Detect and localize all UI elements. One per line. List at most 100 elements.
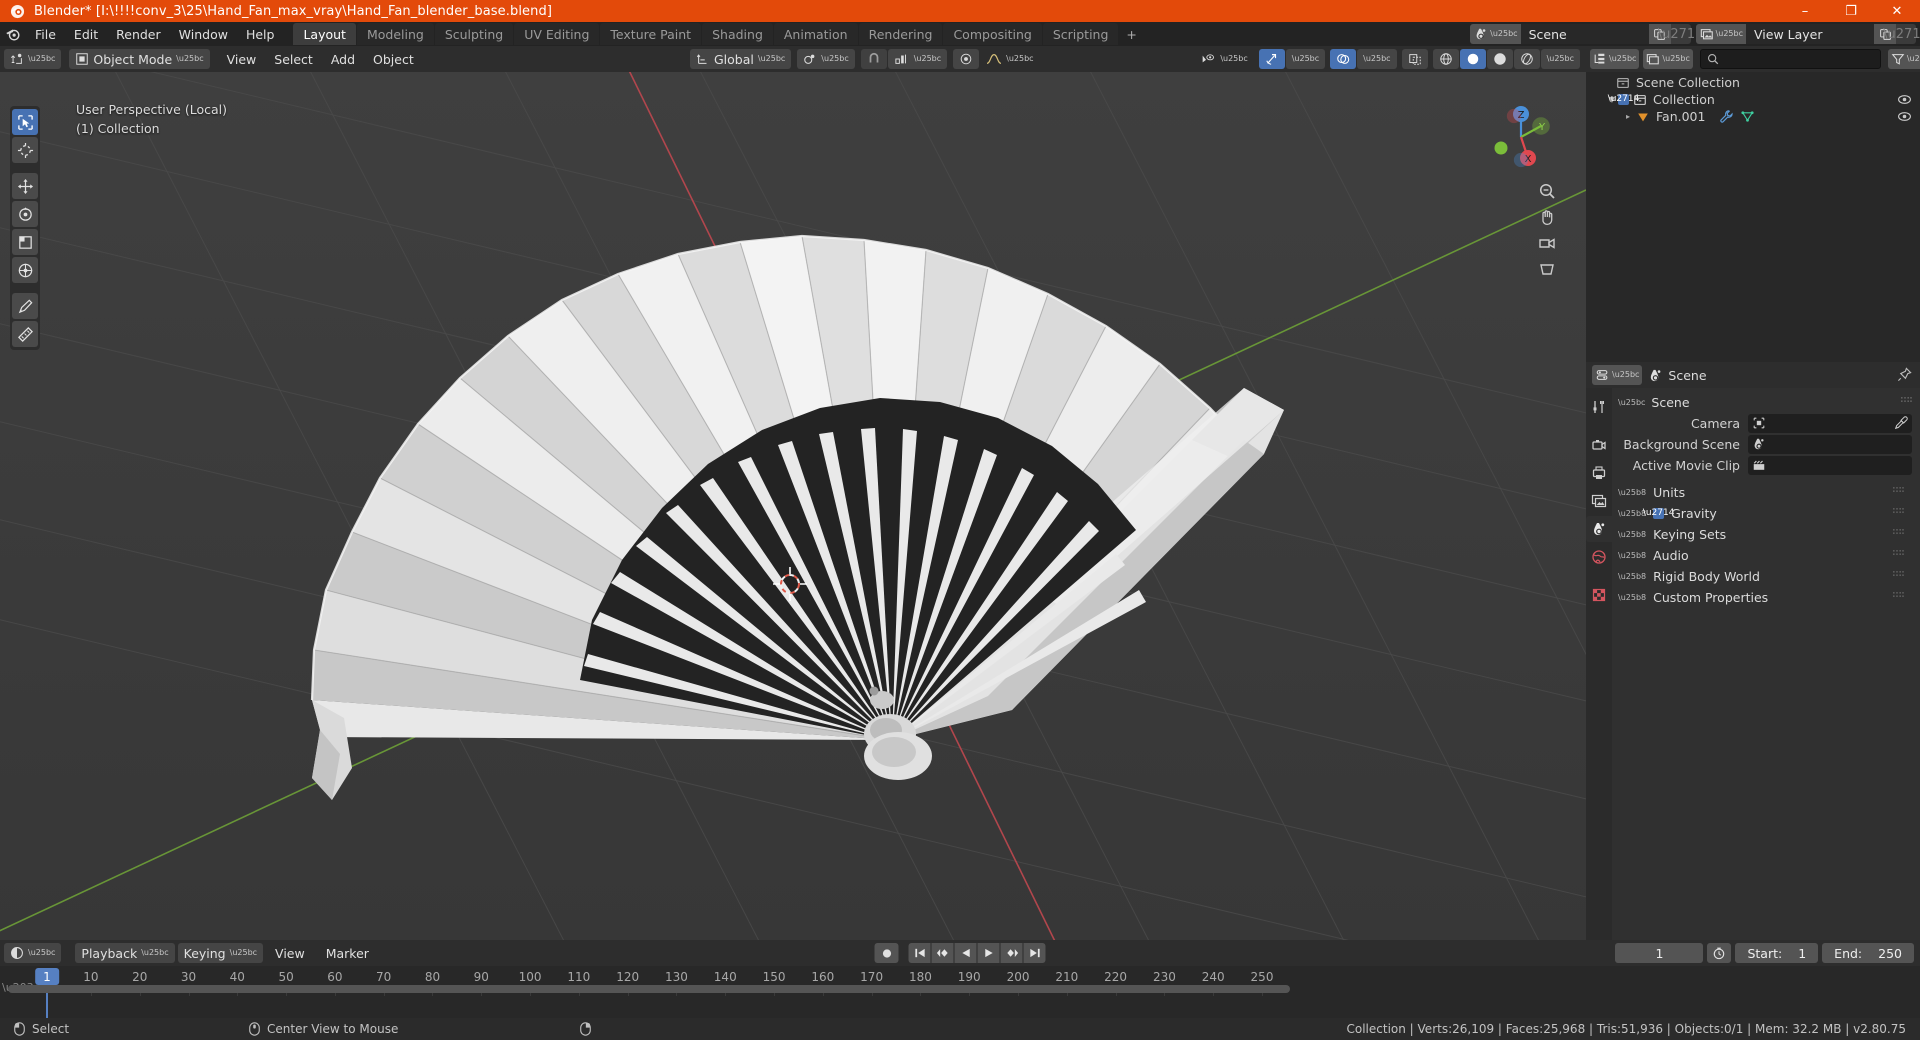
xray-toggle-icon[interactable] <box>1401 49 1428 69</box>
workspace-tab-compositing[interactable]: Compositing <box>943 23 1042 45</box>
tool-transform-icon[interactable] <box>12 257 38 283</box>
tab-texture[interactable] <box>1586 582 1612 608</box>
section-units[interactable]: \u25b8 Units <box>1612 482 1912 503</box>
outliner-search-input[interactable] <box>1699 49 1881 69</box>
section-gravity[interactable]: \u25b8 \u2714 Gravity <box>1612 503 1912 524</box>
section-keying-sets[interactable]: \u25b8 Keying Sets <box>1612 524 1912 545</box>
shading-wireframe-icon[interactable] <box>1432 49 1459 69</box>
view-layer-selector[interactable]: \u25bc View Layer \u2715 <box>1695 24 1920 44</box>
outliner-search-field[interactable] <box>1723 52 1874 66</box>
camera-field[interactable] <box>1748 413 1912 433</box>
proportional-falloff-dropdown[interactable]: \u25bc <box>980 49 1039 69</box>
current-frame-field[interactable]: 1 <box>1615 943 1704 963</box>
timeline-menu-marker[interactable]: Marker <box>317 943 378 963</box>
proportional-editing-icon[interactable] <box>953 49 980 69</box>
start-frame-value[interactable]: 1 <box>1798 946 1806 961</box>
tool-scale-icon[interactable] <box>12 229 38 255</box>
scene-browse-icon[interactable]: \u25bc <box>1470 24 1521 44</box>
mesh-data-icon[interactable] <box>1740 109 1755 124</box>
timeline-ruler[interactable]: \u203a 102030405060708090100110120130140… <box>0 966 1920 1040</box>
jump-to-end-button[interactable] <box>1023 943 1046 963</box>
background-scene-field[interactable] <box>1748 434 1912 454</box>
object-mode-dropdown[interactable]: Object Mode \u25bc <box>69 49 210 69</box>
scene-panel-header[interactable]: \u25bc Scene <box>1612 392 1920 412</box>
visibility-dropdown[interactable]: \u25bc <box>1195 49 1253 69</box>
workspace-tab-scripting[interactable]: Scripting <box>1042 23 1119 45</box>
viewport-menu-object[interactable]: Object <box>364 49 423 69</box>
view-layer-remove-button[interactable]: \u2715 <box>1883 24 1920 44</box>
workspace-tab-animation[interactable]: Animation <box>773 23 858 45</box>
viewport-menu-select[interactable]: Select <box>265 49 322 69</box>
workspace-tab-uv-editing[interactable]: UV Editing <box>514 23 600 45</box>
timeline-menu-view[interactable]: View <box>266 943 314 963</box>
section-rigid-body-world[interactable]: \u25b8 Rigid Body World <box>1612 566 1912 587</box>
workspace-tab-rendering[interactable]: Rendering <box>858 23 943 45</box>
audio-triangle[interactable]: \u25b8 <box>1618 551 1646 560</box>
outliner-row-fan001[interactable]: ▸ Fan.001 <box>1586 108 1920 125</box>
outliner-row-scene-collection[interactable]: Scene Collection <box>1586 74 1920 91</box>
collection-enable-checkbox[interactable]: \u2714 <box>1608 94 1639 105</box>
view-layer-browse-icon[interactable]: \u25bc <box>1695 24 1746 44</box>
tab-render[interactable] <box>1586 432 1612 458</box>
tab-scene[interactable] <box>1586 516 1612 542</box>
viewport-menu-add[interactable]: Add <box>322 49 364 69</box>
editor-type-icon[interactable]: \u25bc <box>4 49 62 69</box>
play-button[interactable] <box>977 943 1000 963</box>
scene-selector[interactable]: \u25bc Scene \u2715 <box>1470 24 1703 44</box>
shading-options-dropdown[interactable]: \u25bc <box>1540 49 1580 69</box>
workspace-tab-texture-paint[interactable]: Texture Paint <box>600 23 702 45</box>
outliner-row-collection[interactable]: ▼ \u2714 Collection <box>1586 91 1920 108</box>
gizmo-options-dropdown[interactable]: \u25bc <box>1285 49 1326 69</box>
fan001-visibility-eye-icon[interactable] <box>1897 109 1912 124</box>
outliner-editor[interactable]: \u25bc \u25bc \u25bc <box>1586 46 1920 362</box>
shading-material-preview-icon[interactable] <box>1486 49 1513 69</box>
units-triangle[interactable]: \u25b8 <box>1618 488 1646 497</box>
menu-edit[interactable]: Edit <box>65 24 107 44</box>
overlays-options-dropdown[interactable]: \u25bc <box>1357 49 1397 69</box>
tab-world[interactable] <box>1586 544 1612 570</box>
menu-render[interactable]: Render <box>107 24 170 44</box>
tab-tool[interactable] <box>1586 394 1612 420</box>
gravity-checkbox[interactable]: \u2714 <box>1643 508 1674 519</box>
workspace-tab-sculpting[interactable]: Sculpting <box>434 23 514 45</box>
scene-panel-triangle[interactable]: \u25bc <box>1618 398 1645 407</box>
tool-cursor-icon[interactable] <box>12 137 38 163</box>
timeline-playhead-label[interactable]: 1 <box>35 968 59 985</box>
overlays-toggle-icon[interactable] <box>1330 49 1357 69</box>
menu-window[interactable]: Window <box>170 24 237 44</box>
maximize-button[interactable]: ❐ <box>1828 0 1874 22</box>
toggle-perspective-icon[interactable] <box>1536 258 1558 280</box>
close-button[interactable]: ✕ <box>1874 0 1920 22</box>
tool-select-box-icon[interactable] <box>12 109 38 135</box>
workspace-tab-layout[interactable]: Layout <box>293 23 356 45</box>
timeline-horizontal-scrollbar[interactable] <box>8 985 1290 993</box>
shading-rendered-icon[interactable] <box>1513 49 1540 69</box>
navigation-gizmo[interactable]: Z Y X <box>1484 100 1558 174</box>
outliner-display-mode-icon[interactable]: \u25bc <box>1643 49 1693 69</box>
transform-orientation-dropdown[interactable]: Global \u25bc <box>690 49 792 69</box>
camera-eyedropper-icon[interactable] <box>1894 415 1908 430</box>
outliner-filter-icon[interactable]: \u25bc <box>1887 49 1920 69</box>
scene-name-field[interactable]: Scene <box>1520 24 1649 44</box>
minimize-button[interactable]: – <box>1782 0 1828 22</box>
end-frame-value[interactable]: 250 <box>1878 946 1902 961</box>
viewport-canvas[interactable]: User Perspective (Local) (1) Collection <box>0 72 1586 940</box>
jump-to-next-keyframe-button[interactable] <box>1000 943 1023 963</box>
active-movie-clip-field[interactable] <box>1748 455 1912 475</box>
frame-range-fields[interactable]: Start: 1 <box>1735 943 1819 963</box>
timeline-editor-type-icon[interactable]: \u25bc <box>4 943 62 963</box>
tool-move-icon[interactable] <box>12 173 38 199</box>
modifier-wrench-icon[interactable] <box>1719 109 1734 124</box>
section-custom-properties[interactable]: \u25b8 Custom Properties <box>1612 587 1912 608</box>
pivot-point-dropdown[interactable]: \u25bc <box>797 49 855 69</box>
use-preview-range-icon[interactable] <box>1707 943 1732 963</box>
3d-viewport[interactable]: \u25bc Object Mode \u25bc View Select Ad… <box>0 46 1586 940</box>
snap-magnet-icon[interactable] <box>860 49 887 69</box>
keying-sets-triangle[interactable]: \u25b8 <box>1618 530 1646 539</box>
jump-to-start-button[interactable] <box>908 943 931 963</box>
scene-unlink-button[interactable]: \u2715 <box>1658 24 1703 44</box>
custom-properties-triangle[interactable]: \u25b8 <box>1618 593 1646 602</box>
tool-rotate-icon[interactable] <box>12 201 38 227</box>
jump-to-prev-keyframe-button[interactable] <box>931 943 954 963</box>
shading-solid-icon[interactable] <box>1459 49 1486 69</box>
